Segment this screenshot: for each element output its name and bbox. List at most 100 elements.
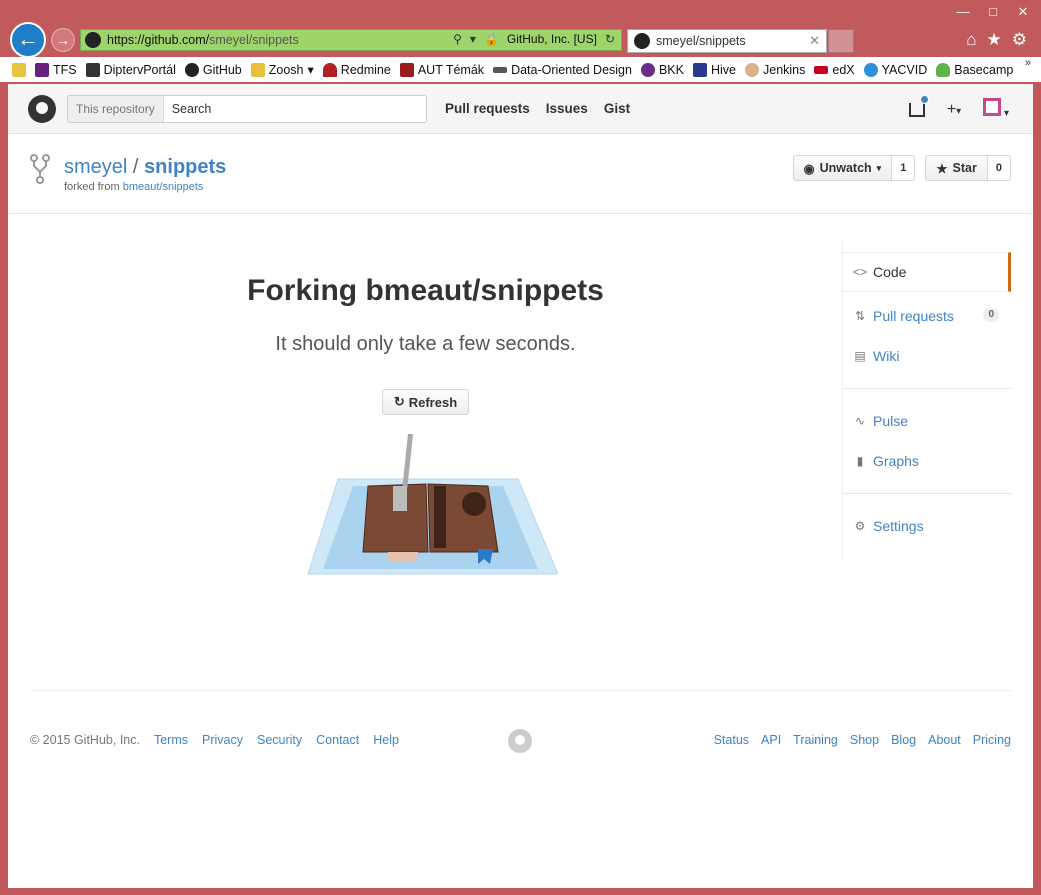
sidebar-item-label: Wiki bbox=[873, 348, 900, 364]
favorite-item[interactable]: DiptervPortál bbox=[85, 62, 176, 77]
search-icon[interactable]: ⚲ bbox=[453, 32, 462, 46]
sidebar-item-pull-requests[interactable]: ⇅ Pull requests 0 bbox=[843, 296, 1011, 336]
favorites-bar: TFS DiptervPortál GitHub Zoosh ▾ Redmine … bbox=[0, 57, 1041, 82]
create-new-button[interactable]: +▾ bbox=[947, 101, 961, 119]
star-button[interactable]: ★ Star bbox=[925, 155, 988, 181]
footer-link-privacy[interactable]: Privacy bbox=[202, 733, 243, 747]
gear-icon[interactable]: ⚙ bbox=[1012, 30, 1027, 50]
sidebar-item-wiki[interactable]: ▤ Wiki bbox=[843, 336, 1011, 376]
forward-button[interactable]: → bbox=[51, 28, 75, 52]
github-icon bbox=[184, 62, 199, 77]
footer-link-terms[interactable]: Terms bbox=[154, 733, 188, 747]
favorite-item[interactable]: Redmine bbox=[322, 62, 391, 77]
minimize-icon[interactable]: — bbox=[955, 4, 971, 20]
footer-link-shop[interactable]: Shop bbox=[850, 733, 879, 747]
unwatch-button[interactable]: ◉ Unwatch ▾ bbox=[792, 155, 893, 181]
new-tab-button[interactable] bbox=[828, 29, 854, 53]
favorite-label: Jenkins bbox=[763, 62, 806, 77]
stargazers-count[interactable]: 0 bbox=[987, 155, 1011, 181]
refresh-label: Refresh bbox=[408, 394, 458, 410]
chevron-down-icon[interactable]: ▾ bbox=[470, 32, 476, 46]
octocat-footer-icon[interactable] bbox=[508, 729, 532, 753]
certificate-label[interactable]: GitHub, Inc. [US] bbox=[507, 32, 597, 46]
favorite-label: GitHub bbox=[202, 62, 242, 77]
footer-link-blog[interactable]: Blog bbox=[891, 733, 916, 747]
nav-gist[interactable]: Gist bbox=[604, 101, 630, 116]
header-nav: Pull requests Issues Gist bbox=[445, 101, 630, 116]
favorite-item[interactable]: Hive bbox=[692, 62, 736, 77]
sidebar-item-graphs[interactable]: ▮ Graphs bbox=[843, 441, 1011, 481]
footer-right: Status API Training Shop Blog About Pric… bbox=[714, 733, 1011, 747]
repo-forked-icon bbox=[30, 154, 50, 184]
sidebar-item-code[interactable]: <> Code bbox=[843, 252, 1011, 292]
close-icon[interactable]: ✕ bbox=[1015, 4, 1031, 20]
address-tools: ⚲ ▾ 🔒 GitHub, Inc. [US] ↻ bbox=[453, 32, 615, 46]
back-button[interactable]: ← bbox=[10, 22, 46, 58]
footer-link-about[interactable]: About bbox=[928, 733, 961, 747]
hive-icon bbox=[692, 62, 707, 77]
github-header: This repository Search Pull requests Iss… bbox=[8, 84, 1033, 134]
favorite-label: Redmine bbox=[340, 62, 391, 77]
sidebar-item-pulse[interactable]: ∿ Pulse bbox=[843, 401, 1011, 441]
favorite-item[interactable]: YACVID bbox=[863, 62, 927, 77]
chevron-down-icon: ▾ bbox=[876, 162, 882, 173]
refresh-button[interactable]: ↻ Refresh bbox=[382, 389, 469, 415]
footer-link-contact[interactable]: Contact bbox=[316, 733, 359, 747]
lock-icon[interactable]: 🔒 bbox=[484, 32, 499, 46]
site-footer: © 2015 GitHub, Inc. Terms Privacy Securi… bbox=[30, 690, 1011, 790]
home-icon[interactable]: ⌂ bbox=[966, 30, 976, 50]
window-controls: — □ ✕ bbox=[955, 4, 1031, 20]
repo-owner-link[interactable]: smeyel bbox=[64, 156, 127, 178]
github-favicon-icon bbox=[634, 33, 650, 49]
footer-link-pricing[interactable]: Pricing bbox=[973, 733, 1011, 747]
favorite-item[interactable]: Data-Oriented Design bbox=[493, 63, 632, 77]
repo-name-link[interactable]: snippets bbox=[144, 156, 226, 178]
sidebar-item-settings[interactable]: ⚙ Settings bbox=[843, 506, 1011, 546]
dod-icon bbox=[493, 66, 508, 73]
add-favorite-icon[interactable] bbox=[12, 62, 26, 77]
chevron-down-icon: ▾ bbox=[307, 63, 314, 77]
footer-link-security[interactable]: Security bbox=[257, 733, 302, 747]
folder-icon bbox=[250, 62, 265, 77]
address-bar[interactable]: https://github.com/smeyel/snippets ⚲ ▾ 🔒… bbox=[80, 29, 622, 51]
favorites-star-icon[interactable]: ★ bbox=[987, 30, 1002, 50]
footer-link-help[interactable]: Help bbox=[373, 733, 399, 747]
favorite-label: edX bbox=[832, 62, 855, 77]
search-input[interactable]: This repository Search bbox=[67, 95, 427, 123]
maximize-icon[interactable]: □ bbox=[985, 4, 1001, 20]
more-favorites-icon[interactable]: » bbox=[1025, 57, 1031, 69]
footer-link-api[interactable]: API bbox=[761, 733, 781, 747]
favorite-item[interactable]: edX bbox=[814, 62, 855, 77]
notifications-icon[interactable] bbox=[908, 94, 929, 117]
octocat-logo-icon[interactable] bbox=[28, 95, 56, 123]
favorite-label: AUT Témák bbox=[417, 62, 485, 77]
favorite-label: Data-Oriented Design bbox=[511, 62, 632, 77]
footer-link-training[interactable]: Training bbox=[793, 733, 838, 747]
watchers-count[interactable]: 1 bbox=[892, 155, 916, 181]
page-subtitle: It should only take a few seconds. bbox=[275, 333, 576, 355]
star-icon: ★ bbox=[936, 161, 948, 176]
sidebar-group-admin: ⚙ Settings bbox=[843, 494, 1011, 558]
favorite-item[interactable]: AUT Témák bbox=[399, 62, 485, 77]
user-menu[interactable]: ▾ bbox=[983, 98, 1009, 121]
nav-pull-requests[interactable]: Pull requests bbox=[445, 101, 530, 116]
favorite-item[interactable]: Zoosh ▾ bbox=[250, 62, 314, 77]
book-icon: ▤ bbox=[854, 349, 866, 363]
favorite-item[interactable]: GitHub bbox=[184, 62, 242, 77]
footer-link-status[interactable]: Status bbox=[714, 733, 749, 747]
favorite-label: TFS bbox=[53, 62, 77, 77]
tab-close-icon[interactable]: ✕ bbox=[809, 33, 820, 49]
nav-issues[interactable]: Issues bbox=[546, 101, 588, 116]
favorite-item[interactable]: Jenkins bbox=[745, 62, 806, 77]
repo-sidebar: <> Code ⇅ Pull requests 0 ▤ Wiki ∿ Pulse ▮ Gra… bbox=[842, 240, 1011, 558]
repo-actions: ◉ Unwatch ▾ 1 ★ Star 0 bbox=[792, 155, 1011, 181]
browser-tab[interactable]: smeyel/snippets ✕ bbox=[627, 29, 827, 53]
favorite-item[interactable]: TFS bbox=[35, 62, 77, 77]
sidebar-group-main: <> Code ⇅ Pull requests 0 ▤ Wiki bbox=[843, 240, 1011, 389]
reload-icon[interactable]: ↻ bbox=[605, 32, 615, 46]
forked-from-link[interactable]: bmeaut/snippets bbox=[123, 181, 204, 193]
favorite-item[interactable]: BKK bbox=[640, 62, 684, 77]
favorite-item[interactable]: Basecamp bbox=[936, 62, 1013, 77]
sidebar-item-label: Pulse bbox=[873, 413, 909, 429]
url-base: https://github.com/ bbox=[107, 33, 210, 47]
